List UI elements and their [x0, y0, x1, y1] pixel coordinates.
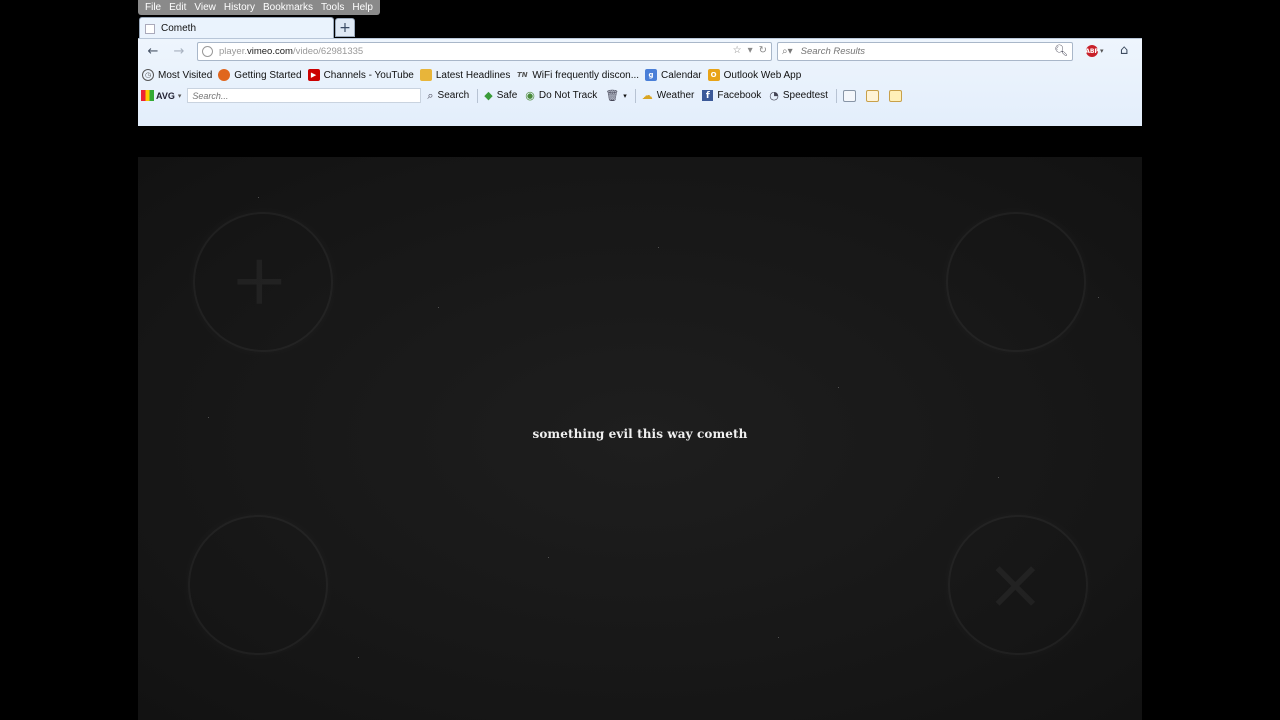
avg-toolbar: AVG ▾ ⌕ Search ◆ Safe ◉ Do Not Track 🗑︎ … — [138, 86, 912, 105]
noise-speck — [258, 197, 259, 198]
adblock-dropdown-icon[interactable]: ▾ — [1100, 47, 1104, 55]
toolbar-divider — [634, 88, 636, 103]
bookmark-outlook-web-app[interactable]: O Outlook Web App — [707, 69, 801, 81]
ghost-circle-bottom-left — [188, 515, 328, 655]
ghost-plus-icon: + — [230, 239, 289, 321]
bookmark-getting-started[interactable]: Getting Started — [218, 69, 302, 81]
google-icon: g — [645, 69, 658, 81]
menu-help[interactable]: Help — [348, 2, 377, 13]
trash-dropdown-icon: ▾ — [623, 92, 627, 100]
weather-icon: ☁ — [641, 89, 653, 102]
bookmark-calendar[interactable]: g Calendar — [645, 69, 702, 81]
facebook-button[interactable]: f Facebook — [702, 90, 761, 101]
noise-speck — [998, 477, 999, 478]
avg-logo-button[interactable]: AVG ▾ — [141, 90, 181, 101]
do-not-track-button[interactable]: ◉ Do Not Track — [525, 89, 597, 102]
trash-icon: 🗑︎ — [605, 89, 620, 102]
noise-speck — [208, 417, 209, 418]
ghost-circle-top-right — [946, 212, 1086, 352]
search-magnifier-icon[interactable]: 🔍︎ — [1054, 44, 1068, 57]
noise-speck — [658, 247, 659, 248]
noise-speck — [438, 307, 439, 308]
search-icon: ⌕ — [427, 88, 434, 102]
url-bar[interactable]: player.vimeo.com/video/62981335 ☆ ▾ ↻ — [197, 42, 772, 61]
avg-logo-icon — [141, 90, 154, 101]
menu-history[interactable]: History — [220, 2, 259, 13]
calculator-icon[interactable] — [842, 89, 856, 102]
adblock-icon[interactable]: ABP — [1085, 45, 1099, 57]
menu-file[interactable]: File — [141, 2, 165, 13]
bookmarks-toolbar: ◷ Most Visited Getting Started ▶ Channel… — [138, 66, 807, 84]
bookmark-star-icon[interactable]: ☆ — [733, 45, 742, 56]
back-arrow-icon[interactable]: ← — [145, 43, 161, 59]
menu-tools[interactable]: Tools — [317, 2, 348, 13]
noise-speck — [1098, 297, 1099, 298]
tab-strip: Cometh + — [138, 15, 1142, 39]
url-text[interactable]: player.vimeo.com/video/62981335 — [219, 46, 363, 57]
speedometer-icon: ◔ — [769, 89, 779, 102]
navigation-row: ← → player.vimeo.com/video/62981335 ☆ ▾ … — [138, 39, 1142, 64]
bookmark-channels-youtube[interactable]: ▶ Channels - YouTube — [307, 69, 414, 81]
eye-icon: ◉ — [525, 89, 535, 102]
bookmark-wifi-frequently[interactable]: TN WiFi frequently discon... — [516, 69, 639, 81]
home-icon[interactable]: ⌂ — [1120, 43, 1128, 58]
facebook-icon: f — [702, 90, 714, 101]
weather-button[interactable]: ☁ Weather — [642, 89, 695, 102]
noise-speck — [838, 387, 839, 388]
video-player[interactable]: + × something evil this way cometh — [138, 157, 1142, 720]
chevron-down-icon: ▾ — [177, 91, 182, 100]
noise-speck — [358, 657, 359, 658]
menu-edit[interactable]: Edit — [165, 2, 190, 13]
toolbar-divider — [835, 88, 837, 103]
video-caption: something evil this way cometh — [532, 427, 748, 441]
notepad-icon[interactable] — [865, 89, 879, 102]
bookmark-most-visited[interactable]: ◷ Most Visited — [142, 69, 212, 81]
youtube-icon: ▶ — [307, 69, 320, 81]
reload-icon[interactable]: ↻ — [759, 45, 767, 56]
menu-view[interactable]: View — [190, 2, 220, 13]
menu-bar: File Edit View History Bookmarks Tools H… — [138, 0, 380, 15]
noise-speck — [778, 637, 779, 638]
avg-search-field[interactable] — [187, 88, 422, 103]
tab-title: Cometh — [161, 23, 197, 34]
shield-icon: ◆ — [484, 89, 493, 102]
page-favicon-icon — [145, 23, 155, 34]
toolbar-divider — [477, 88, 479, 103]
new-tab-button[interactable]: + — [335, 18, 355, 37]
firefox-icon — [218, 69, 231, 81]
outlook-icon: O — [707, 69, 720, 81]
bookmark-latest-headlines[interactable]: Latest Headlines — [419, 69, 510, 81]
avg-search-input[interactable] — [188, 89, 421, 102]
browser-toolbar: ← → player.vimeo.com/video/62981335 ☆ ▾ … — [138, 38, 1142, 126]
magnifier-icon[interactable] — [888, 89, 902, 102]
clock-icon: ◷ — [142, 69, 154, 81]
search-bar[interactable]: ⌕▾ 🔍︎ — [777, 42, 1073, 61]
search-input[interactable] — [800, 46, 1051, 57]
trash-button[interactable]: 🗑︎ ▾ — [605, 89, 626, 102]
url-bar-icons: ☆ ▾ ↻ — [733, 45, 767, 56]
forward-arrow-icon[interactable]: → — [171, 43, 187, 59]
speedtest-button[interactable]: ◔ Speedtest — [769, 89, 828, 102]
tn-icon: TN — [517, 71, 528, 79]
tab-cometh[interactable]: Cometh — [139, 17, 334, 39]
noise-speck — [548, 557, 549, 558]
dropdown-arrow-icon[interactable]: ▾ — [748, 45, 753, 56]
avg-search-button[interactable]: ⌕ Search — [427, 89, 469, 103]
site-identity-icon[interactable] — [202, 46, 213, 57]
rss-folder-icon — [419, 69, 432, 81]
safe-button[interactable]: ◆ Safe — [484, 89, 517, 102]
menu-bookmarks[interactable]: Bookmarks — [259, 2, 317, 13]
search-engine-icon[interactable]: ⌕▾ — [782, 46, 793, 57]
ghost-cross-icon: × — [986, 543, 1045, 625]
